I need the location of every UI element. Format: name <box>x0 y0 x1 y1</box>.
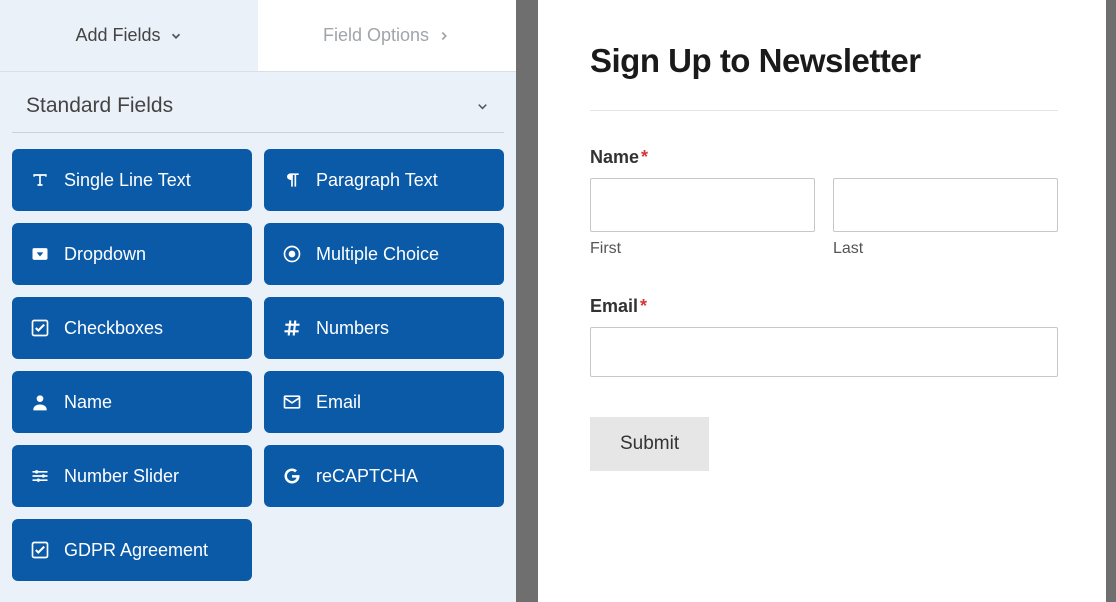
field-gdpr-agreement-button[interactable]: GDPR Agreement <box>12 519 252 581</box>
field-label: reCAPTCHA <box>316 466 418 487</box>
divider <box>590 110 1058 111</box>
field-label: Numbers <box>316 318 389 339</box>
required-marker: * <box>641 147 648 168</box>
tab-label: Field Options <box>323 25 429 46</box>
field-label: Checkboxes <box>64 318 163 339</box>
fields-grid: Single Line Text Paragraph Text Dropdown Mu… <box>0 133 516 597</box>
form-title: Sign Up to Newsletter <box>590 42 1058 80</box>
name-field-label: Name * <box>590 147 1058 168</box>
field-numbers-button[interactable]: Numbers <box>264 297 504 359</box>
fields-panel: Add Fields Field Options Standard Fields… <box>0 0 516 602</box>
required-marker: * <box>640 296 647 317</box>
field-label: Number Slider <box>64 466 179 487</box>
sliders-icon <box>30 466 50 486</box>
check-icon <box>30 540 50 560</box>
field-recaptcha-button[interactable]: reCAPTCHA <box>264 445 504 507</box>
radio-icon <box>282 244 302 264</box>
section-standard-fields-header[interactable]: Standard Fields <box>12 72 504 133</box>
google-icon <box>282 466 302 486</box>
last-name-input[interactable] <box>833 178 1058 232</box>
field-label: Dropdown <box>64 244 146 265</box>
submit-button[interactable]: Submit <box>590 417 709 471</box>
field-paragraph-text-button[interactable]: Paragraph Text <box>264 149 504 211</box>
name-row: First Last <box>590 178 1058 258</box>
user-icon <box>30 392 50 412</box>
chevron-right-icon <box>437 29 451 43</box>
panel-tabs: Add Fields Field Options <box>0 0 516 72</box>
field-dropdown-button[interactable]: Dropdown <box>12 223 252 285</box>
chevron-down-icon <box>169 29 183 43</box>
first-name-input[interactable] <box>590 178 815 232</box>
text-icon <box>30 170 50 190</box>
field-checkboxes-button[interactable]: Checkboxes <box>12 297 252 359</box>
email-input[interactable] <box>590 327 1058 377</box>
field-label: Name <box>64 392 112 413</box>
first-name-sublabel: First <box>590 240 815 258</box>
tab-field-options[interactable]: Field Options <box>258 0 516 71</box>
hash-icon <box>282 318 302 338</box>
email-field-label: Email * <box>590 296 1058 317</box>
field-multiple-choice-button[interactable]: Multiple Choice <box>264 223 504 285</box>
section-title: Standard Fields <box>26 94 173 118</box>
field-label: Single Line Text <box>64 170 191 191</box>
field-label: Paragraph Text <box>316 170 438 191</box>
field-label: Multiple Choice <box>316 244 439 265</box>
tab-add-fields[interactable]: Add Fields <box>0 0 258 71</box>
field-name-button[interactable]: Name <box>12 371 252 433</box>
dropdown-icon <box>30 244 50 264</box>
preview-pane: Sign Up to Newsletter Name * First Last … <box>516 0 1116 602</box>
field-single-line-text-button[interactable]: Single Line Text <box>12 149 252 211</box>
mail-icon <box>282 392 302 412</box>
tab-label: Add Fields <box>75 25 160 46</box>
field-label: GDPR Agreement <box>64 540 208 561</box>
last-name-sublabel: Last <box>833 240 1058 258</box>
chevron-down-icon <box>475 99 490 114</box>
paragraph-icon <box>282 170 302 190</box>
field-email-button[interactable]: Email <box>264 371 504 433</box>
field-number-slider-button[interactable]: Number Slider <box>12 445 252 507</box>
form-preview: Sign Up to Newsletter Name * First Last … <box>538 0 1106 602</box>
check-icon <box>30 318 50 338</box>
field-label: Email <box>316 392 361 413</box>
